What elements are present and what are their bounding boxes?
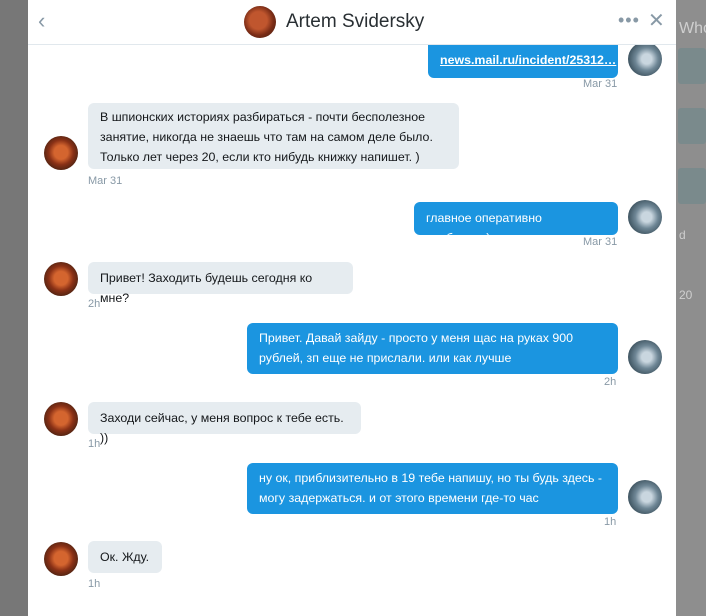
background-thumbnail: [678, 168, 706, 204]
message-timestamp: 2h: [604, 376, 617, 388]
background-thumbnail: [678, 48, 706, 84]
avatar[interactable]: [628, 480, 662, 514]
close-button[interactable]: ✕: [648, 8, 665, 33]
avatar[interactable]: [628, 42, 662, 76]
background-ghost-text: 20: [679, 288, 693, 302]
direct-message-dialog: ‹ Artem Svidersky ••• ✕ news.mail.ru/inc…: [28, 0, 676, 616]
message-timestamp: Mar 31: [88, 175, 123, 187]
message-timestamp: 1h: [604, 516, 617, 528]
conversation-title-group: Artem Svidersky: [244, 5, 424, 39]
dialog-header: ‹ Artem Svidersky ••• ✕: [28, 0, 676, 45]
outgoing-message: ну ок, приблизительно в 19 тебе напишу, …: [247, 463, 618, 514]
conversation-title: Artem Svidersky: [286, 11, 425, 32]
message-text: В шпионских историях разбираться - почти…: [100, 110, 433, 164]
avatar[interactable]: [44, 262, 78, 296]
avatar[interactable]: [44, 542, 78, 576]
outgoing-message: Привет. Давай зайду - просто у меня щас …: [247, 323, 618, 374]
background-ghost-text: d: [679, 228, 686, 242]
incoming-message: В шпионских историях разбираться - почти…: [88, 103, 459, 169]
message-text: Привет! Заходить будешь сегодня ко мне?: [100, 271, 313, 305]
avatar[interactable]: [44, 402, 78, 436]
message-timestamp: 1h: [88, 438, 101, 450]
outgoing-message: главное оперативно сработали): [414, 202, 618, 245]
avatar[interactable]: [628, 200, 662, 234]
message-thread[interactable]: news.mail.ru/incident/25312… Mar 31 В шп…: [28, 34, 676, 616]
back-button[interactable]: ‹: [38, 10, 58, 32]
message-text: Заходи сейчас, у меня вопрос к тебе есть…: [100, 411, 344, 445]
avatar[interactable]: [244, 6, 276, 38]
message-text: Привет. Давай зайду - просто у меня щас …: [259, 331, 574, 365]
message-timestamp: Mar 31: [583, 236, 618, 248]
message-text: ну ок, приблизительно в 19 тебе напишу, …: [259, 471, 603, 505]
message-link[interactable]: news.mail.ru/incident/25312…: [440, 53, 616, 67]
message-text: Ок. Жду.: [100, 550, 150, 564]
incoming-message: Привет! Заходить будешь сегодня ко мне?: [88, 262, 353, 305]
avatar[interactable]: [628, 340, 662, 374]
message-timestamp: 1h: [88, 578, 101, 590]
incoming-message: Заходи сейчас, у меня вопрос к тебе есть…: [88, 402, 361, 445]
background-right-strip: Who 20 d: [676, 0, 706, 616]
avatar[interactable]: [44, 136, 78, 170]
background-left-strip: [0, 0, 28, 616]
background-ghost-text: Who: [679, 20, 706, 37]
more-options-button[interactable]: •••: [618, 10, 640, 31]
message-timestamp: Mar 31: [583, 78, 618, 90]
message-timestamp: 2h: [88, 298, 101, 310]
message-text: главное оперативно сработали): [426, 211, 542, 245]
incoming-message: Ок. Жду.: [88, 541, 162, 573]
background-thumbnail: [678, 108, 706, 144]
